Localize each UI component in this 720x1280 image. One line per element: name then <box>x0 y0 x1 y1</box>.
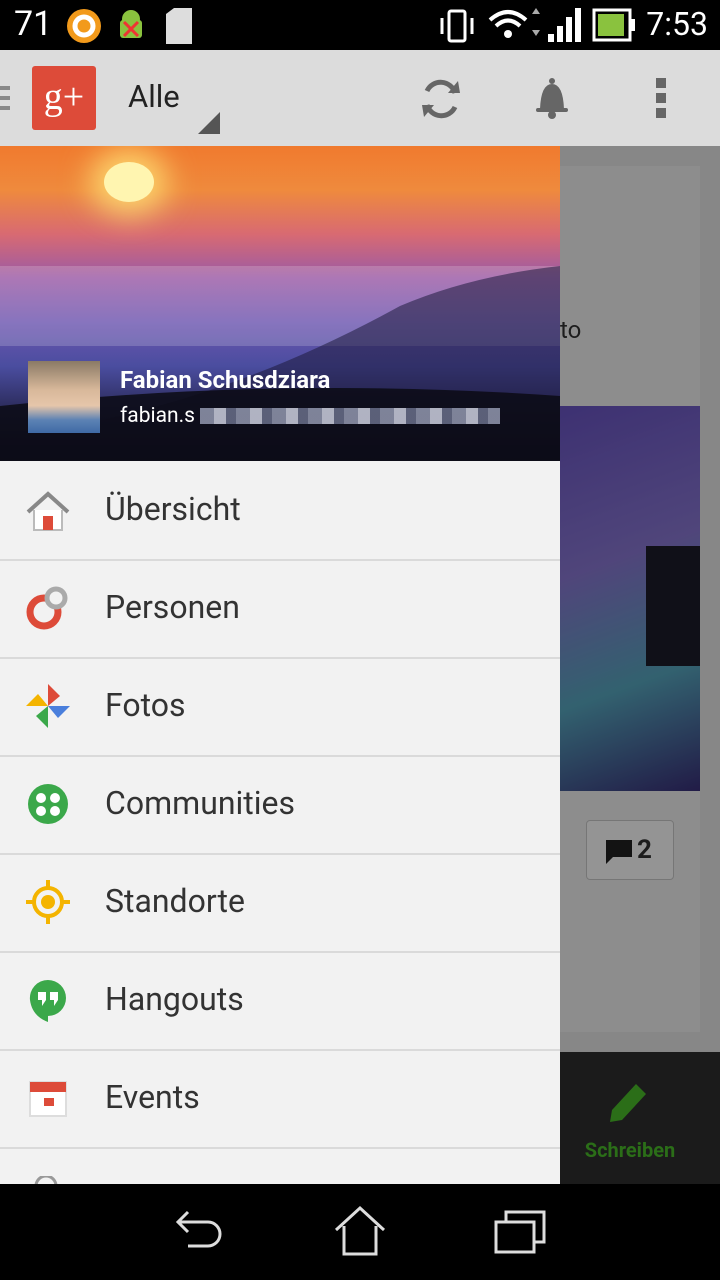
profile-name[interactable]: Fabian Schusdziara <box>120 366 330 394</box>
menu-item-hangouts[interactable]: Hangouts <box>0 951 560 1051</box>
status-time: 7:53 <box>646 5 708 43</box>
people-circles-icon <box>26 586 68 630</box>
profile-email-text: fabian.s <box>120 404 196 428</box>
menu-label: Hangouts <box>105 980 244 1018</box>
drawer-toggle-icon[interactable] <box>0 84 12 112</box>
profile-cover-photo[interactable]: Fabian Schusdziara fabian.s <box>0 146 560 461</box>
menu-label: Events <box>105 1078 200 1116</box>
gplus-logo[interactable]: g+ <box>32 66 96 130</box>
profile-email: fabian.s <box>120 404 501 428</box>
overflow-menu-icon[interactable] <box>654 76 670 120</box>
avatar[interactable] <box>28 361 100 433</box>
menu-label: Fotos <box>105 686 186 724</box>
email-redaction <box>200 408 501 425</box>
refresh-icon[interactable] <box>418 76 464 122</box>
menu-item-standorte[interactable]: Standorte <box>0 853 560 953</box>
menu-label: Communities <box>105 784 296 822</box>
navigation-drawer: Fabian Schusdziara fabian.s Übersicht Pe… <box>0 146 560 1184</box>
menu-label: Personen <box>105 588 240 626</box>
menu-item-uebersicht[interactable]: Übersicht <box>0 461 560 561</box>
back-icon[interactable] <box>174 1208 226 1256</box>
notification-app-icon <box>67 9 101 43</box>
hangouts-quote-icon <box>29 979 66 1022</box>
dropdown-corner-icon <box>198 112 220 134</box>
photos-pinwheel-icon <box>26 684 70 728</box>
home-nav-icon[interactable] <box>332 1204 388 1258</box>
menu-label: Übersicht <box>105 490 241 528</box>
system-nav-bar <box>0 1184 720 1280</box>
menu-item-personen[interactable]: Personen <box>0 559 560 659</box>
menu-label: Standorte <box>105 882 245 920</box>
location-target-icon <box>26 880 70 924</box>
menu-item-fotos[interactable]: Fotos <box>0 657 560 757</box>
vibrate-icon <box>440 9 474 43</box>
drawer-scrim[interactable] <box>560 146 720 1052</box>
compose-label[interactable]: Schreiben <box>560 1138 700 1162</box>
home-icon <box>26 491 70 531</box>
compose-pencil-icon[interactable] <box>606 1074 654 1124</box>
menu-item-communities[interactable]: Communities <box>0 755 560 855</box>
signal-icon <box>548 8 581 42</box>
communities-icon <box>28 784 68 824</box>
wifi-icon <box>488 8 540 38</box>
status-number: 71 <box>14 4 53 44</box>
next-menu-icon-partial <box>34 1176 58 1184</box>
android-debug-icon <box>120 10 142 38</box>
menu-item-events[interactable]: Events <box>0 1049 560 1149</box>
compose-bar: Schreiben <box>560 1052 720 1184</box>
calendar-icon <box>29 1081 67 1117</box>
cover-sun <box>104 162 154 202</box>
sd-card-icon <box>166 8 192 44</box>
recent-apps-icon[interactable] <box>494 1210 548 1256</box>
battery-icon <box>592 8 635 42</box>
app-bar: g+ Alle <box>0 50 720 147</box>
stream-select[interactable]: Alle <box>128 78 180 115</box>
notifications-bell-icon[interactable] <box>532 76 572 122</box>
status-bar: 71 7:53 <box>0 0 720 50</box>
